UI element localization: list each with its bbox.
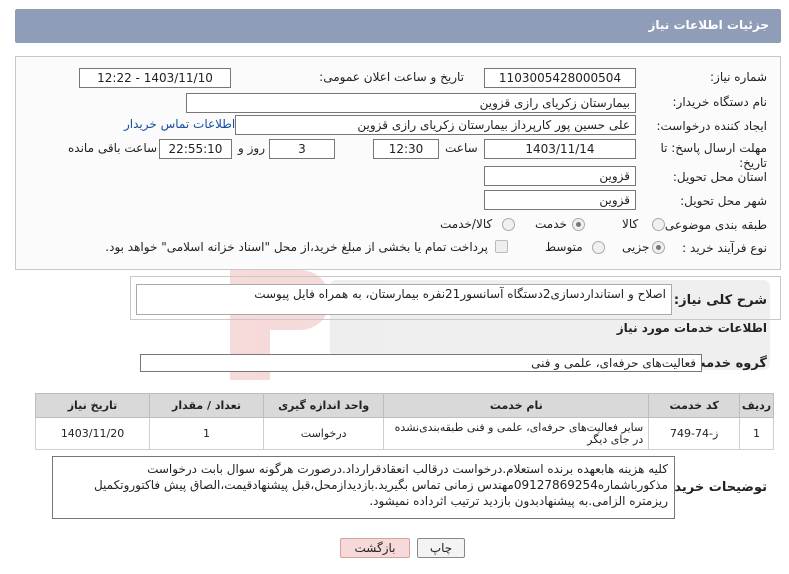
deadline-label-1: مهلت ارسال پاسخ: تا: [660, 141, 767, 155]
payment-note: پرداخت تمام یا بخشی از مبلغ خرید،از محل …: [105, 240, 488, 254]
days-label: روز و: [238, 141, 265, 155]
services-section-title: اطلاعات خدمات مورد نیاز: [616, 321, 767, 335]
table-row[interactable]: 1 ز-74-749 سایر فعالیت‌های حرفه‌ای، علمی…: [34, 417, 774, 450]
deadline-time-field[interactable]: 12:30: [373, 139, 439, 159]
cell-date: 1403/11/20: [34, 417, 151, 450]
category-label: طبقه بندی موضوعی:: [660, 218, 767, 232]
process-option-medium: متوسط: [545, 240, 583, 254]
category-option-service: خدمت: [535, 217, 567, 231]
deadline-label-2: تاریخ:: [739, 156, 767, 170]
announce-label: تاریخ و ساعت اعلان عمومی:: [319, 70, 464, 84]
page-header: جزئیات اطلاعات نیاز: [15, 9, 781, 43]
province-label: استان محل تحویل:: [672, 170, 767, 184]
col-qty: تعداد / مقدار: [149, 393, 265, 418]
col-unit: واحد اندازه گیری: [263, 393, 385, 418]
summary-label: شرح کلی نیاز:: [673, 293, 767, 308]
print-button[interactable]: چاپ: [417, 538, 465, 558]
category-radio-service[interactable]: [572, 218, 585, 231]
buyer-contact-link[interactable]: اطلاعات تماس خریدار: [124, 117, 235, 131]
buyer-org-label: نام دستگاه خریدار:: [672, 95, 768, 109]
treasury-checkbox[interactable]: [495, 240, 508, 253]
city-field[interactable]: قزوین: [484, 190, 636, 210]
buyer-org-field[interactable]: بیمارستان زکریای رازی قزوین: [186, 93, 636, 113]
need-number-field[interactable]: 1103005428000504: [484, 68, 636, 88]
announce-datetime-field[interactable]: 1403/11/10 - 12:22: [79, 68, 231, 88]
deadline-date-field[interactable]: 1403/11/14: [484, 139, 636, 159]
back-button[interactable]: بازگشت: [340, 538, 410, 558]
process-option-minor: جزیی: [622, 240, 650, 254]
col-date: تاریخ نیاز: [34, 393, 151, 418]
category-radio-goods[interactable]: [652, 218, 665, 231]
process-radio-medium[interactable]: [592, 241, 605, 254]
service-group-field[interactable]: فعالیت‌های حرفه‌ای، علمی و فنی: [140, 354, 702, 372]
time-label: ساعت: [445, 141, 478, 155]
col-row: ردیف: [739, 393, 774, 418]
category-option-goods: کالا: [622, 217, 639, 231]
creator-label: ایجاد کننده درخواست:: [656, 119, 767, 133]
remaining-time-field[interactable]: 22:55:10: [159, 139, 232, 159]
province-field[interactable]: قزوین: [484, 166, 636, 186]
need-number-label: شماره نیاز:: [710, 70, 767, 84]
table-header-row: ردیف کد خدمت نام خدمت واحد اندازه گیری ت…: [34, 393, 774, 418]
category-radio-goods-service[interactable]: [502, 218, 515, 231]
buyer-notes-field[interactable]: کلیه هزینه هابعهده برنده استعلام.درخواست…: [52, 456, 675, 519]
page-title: جزئیات اطلاعات نیاز: [648, 18, 769, 32]
days-field[interactable]: 3: [269, 139, 335, 159]
col-name: نام خدمت: [383, 393, 650, 418]
col-code: کد خدمت: [648, 393, 740, 418]
cell-qty: 1: [149, 417, 265, 450]
process-label: نوع فرآیند خرید :: [682, 241, 767, 255]
summary-field[interactable]: اصلاح و استانداردسازی2دستگاه آسانسور21نف…: [136, 284, 672, 315]
process-radio-minor[interactable]: [652, 241, 665, 254]
category-option-goods-service: کالا/خدمت: [440, 217, 493, 231]
cell-row: 1: [739, 417, 774, 450]
cell-code: ز-74-749: [648, 417, 740, 450]
remaining-label: ساعت باقی مانده: [68, 141, 158, 155]
services-table: ردیف کد خدمت نام خدمت واحد اندازه گیری ت…: [34, 393, 774, 450]
creator-field[interactable]: علی حسین پور کارپرداز بیمارستان زکریای ر…: [235, 115, 636, 135]
cell-name: سایر فعالیت‌های حرفه‌ای، علمی و فنی طبقه…: [383, 417, 650, 450]
info-panel: [15, 56, 781, 270]
cell-unit: درخواست: [263, 417, 385, 450]
city-label: شهر محل تحویل:: [680, 194, 767, 208]
